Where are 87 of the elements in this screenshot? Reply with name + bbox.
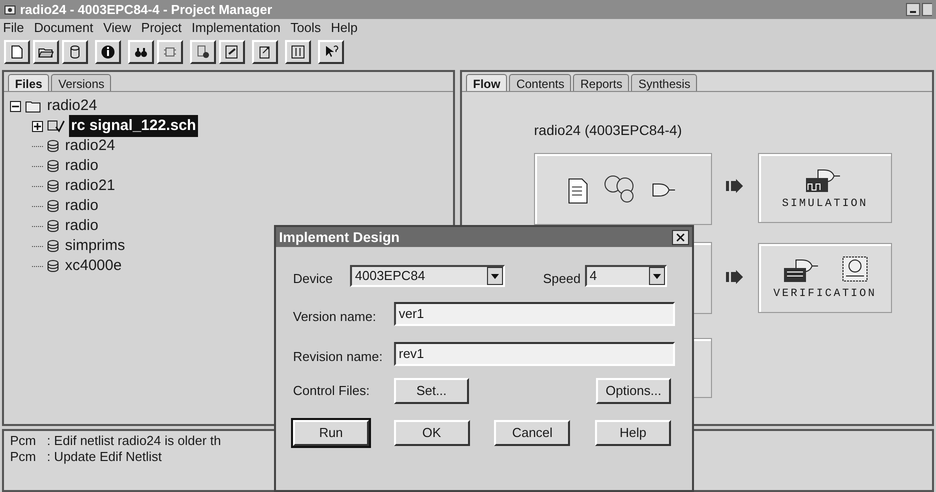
app-icon	[4, 4, 16, 16]
tree-item[interactable]: radio	[63, 154, 100, 178]
folder-icon	[25, 99, 41, 113]
tab[interactable]: Synthesis	[631, 74, 698, 91]
dialog-button[interactable]: Run	[293, 420, 369, 446]
tab[interactable]: Reports	[573, 74, 630, 91]
tree-item[interactable]: xc4000e	[63, 254, 124, 278]
dropdown-arrow-icon	[652, 274, 661, 278]
new-file-icon	[9, 44, 25, 60]
menu-item[interactable]: Help	[330, 18, 358, 38]
toolbar-button[interactable]	[33, 40, 59, 64]
options-button[interactable]: Options...	[596, 378, 671, 404]
dropdown-arrow-icon	[491, 274, 499, 278]
expand-icon[interactable]	[32, 120, 43, 132]
menu-item[interactable]: File	[3, 18, 24, 38]
toolbar-button[interactable]	[128, 40, 154, 64]
field-label: Control Files:	[293, 382, 371, 400]
hdl-document-icon	[567, 178, 589, 204]
toolbar-button[interactable]	[157, 40, 183, 64]
menu-item[interactable]: View	[103, 18, 132, 38]
arrow-icon	[726, 179, 744, 193]
gear-document-icon	[195, 44, 211, 60]
tree-item[interactable]: simprims	[63, 234, 127, 258]
tree-item[interactable]: rc signal_122.sch	[69, 114, 198, 138]
toolbar-button[interactable]	[190, 40, 216, 64]
input-field[interactable]: ver1	[394, 302, 675, 326]
maximize-button[interactable]	[922, 3, 932, 16]
log-line: Pcm : Update Edif Netlist	[10, 449, 162, 465]
cylinder-icon	[47, 179, 59, 193]
step-label: SIMULATION	[782, 196, 868, 212]
cylinder-icon	[47, 139, 59, 153]
cylinder-icon	[47, 259, 59, 273]
cylinder-icon	[47, 219, 59, 233]
tab[interactable]: Flow	[466, 74, 508, 91]
toolbar-button[interactable]	[4, 40, 30, 64]
tree-item[interactable]: radio	[63, 194, 100, 218]
close-icon	[676, 232, 685, 242]
tab[interactable]: Contents	[509, 74, 572, 91]
toolbar-button[interactable]	[252, 40, 278, 64]
tab[interactable]: Files	[8, 74, 50, 91]
flow-step[interactable]: SIMULATION	[758, 153, 892, 223]
dropdown-field[interactable]: 4	[584, 265, 667, 287]
tree-item[interactable]: radio	[63, 214, 100, 238]
toolbar-button[interactable]	[62, 40, 88, 64]
info-icon	[100, 44, 116, 60]
menu-item[interactable]: Implementation	[192, 18, 281, 38]
timing-document-icon	[840, 254, 870, 284]
dialog-button[interactable]: OK	[394, 420, 470, 446]
cylinder-icon	[47, 199, 59, 213]
set-button[interactable]: Set...	[394, 378, 469, 404]
close-button[interactable]	[672, 230, 689, 244]
flow-step[interactable]	[534, 153, 712, 225]
input-field[interactable]: rev1	[394, 342, 675, 366]
tree-item[interactable]: radio24	[45, 94, 100, 118]
cylinder-icon	[47, 159, 59, 173]
flow-step[interactable]: VERIFICATION	[758, 243, 892, 313]
toolbar-button[interactable]	[318, 40, 344, 64]
toolbar-button[interactable]	[219, 40, 245, 64]
help-pointer-icon	[323, 44, 339, 60]
schematic-check-icon	[47, 119, 65, 133]
menu-item[interactable]: Tools	[290, 18, 321, 38]
minimize-button[interactable]	[906, 3, 920, 16]
menu-item[interactable]: Project	[141, 18, 182, 38]
minimize-icon	[910, 11, 916, 13]
tree-item[interactable]: radio24	[63, 134, 118, 158]
cylinder-icon	[47, 239, 59, 253]
dropdown-field[interactable]: 4003EPC84	[350, 265, 505, 287]
toolbar-button[interactable]	[95, 40, 121, 64]
toolbar-button[interactable]	[285, 40, 311, 64]
dialog-button[interactable]: Cancel	[494, 420, 570, 446]
step-label: VERIFICATION	[773, 286, 877, 302]
tab[interactable]: Versions	[51, 74, 112, 91]
dialog-title: Implement Design	[279, 228, 400, 247]
field-label: Device	[293, 270, 334, 288]
design-heading: radio24 (4003EPC84-4)	[534, 121, 682, 140]
field-label: Version name:	[293, 308, 378, 326]
edit-document-icon	[224, 44, 240, 60]
dialog-button[interactable]: Help	[594, 420, 671, 446]
collapse-icon[interactable]	[10, 100, 21, 112]
tree-item[interactable]: radio21	[63, 174, 118, 198]
window-icon	[290, 44, 306, 60]
field-label: Speed	[543, 270, 581, 288]
menu-item[interactable]: Document	[34, 18, 94, 38]
window-title: radio24 - 4003EPC84-4 - Project Manager	[20, 0, 272, 19]
field-label: Revision name:	[293, 348, 384, 366]
arrow-icon	[726, 270, 744, 284]
log-line: Pcm : Edif netlist radio24 is older th	[10, 433, 221, 449]
